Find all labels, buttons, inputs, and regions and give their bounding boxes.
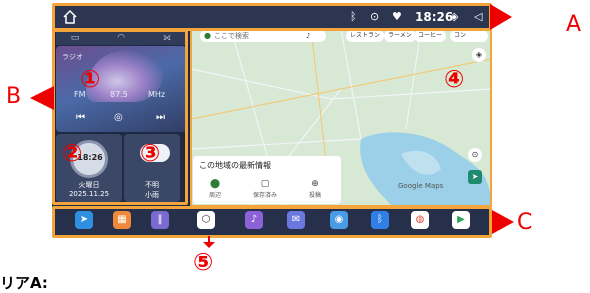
arrow-a-icon xyxy=(490,4,512,30)
annotated-screenshot: ᛒ ⊙ ♥ 18:26 ◈ ◁ ▭ ◠ ⟗ ラジオ FM 87.5 MHz ⏮ … xyxy=(0,0,590,293)
callout-2: ② xyxy=(62,139,83,167)
label-c: C xyxy=(517,210,533,235)
label-b: B xyxy=(6,84,22,109)
frame-a-status-bar xyxy=(52,3,492,31)
callout-1: ① xyxy=(80,65,101,93)
frame-b-left-panel xyxy=(52,29,188,205)
callout-4: ④ xyxy=(444,65,465,93)
caption-text: リアA: xyxy=(0,274,48,292)
label-a: A xyxy=(566,12,582,37)
callout-5: ⑤ xyxy=(193,248,214,276)
arrow-c-icon xyxy=(492,210,514,234)
frame-map xyxy=(190,29,492,207)
frame-c-dock xyxy=(52,206,492,238)
callout-3: ③ xyxy=(140,139,161,167)
arrow-5-icon xyxy=(203,236,215,248)
arrow-b-icon xyxy=(30,86,54,110)
